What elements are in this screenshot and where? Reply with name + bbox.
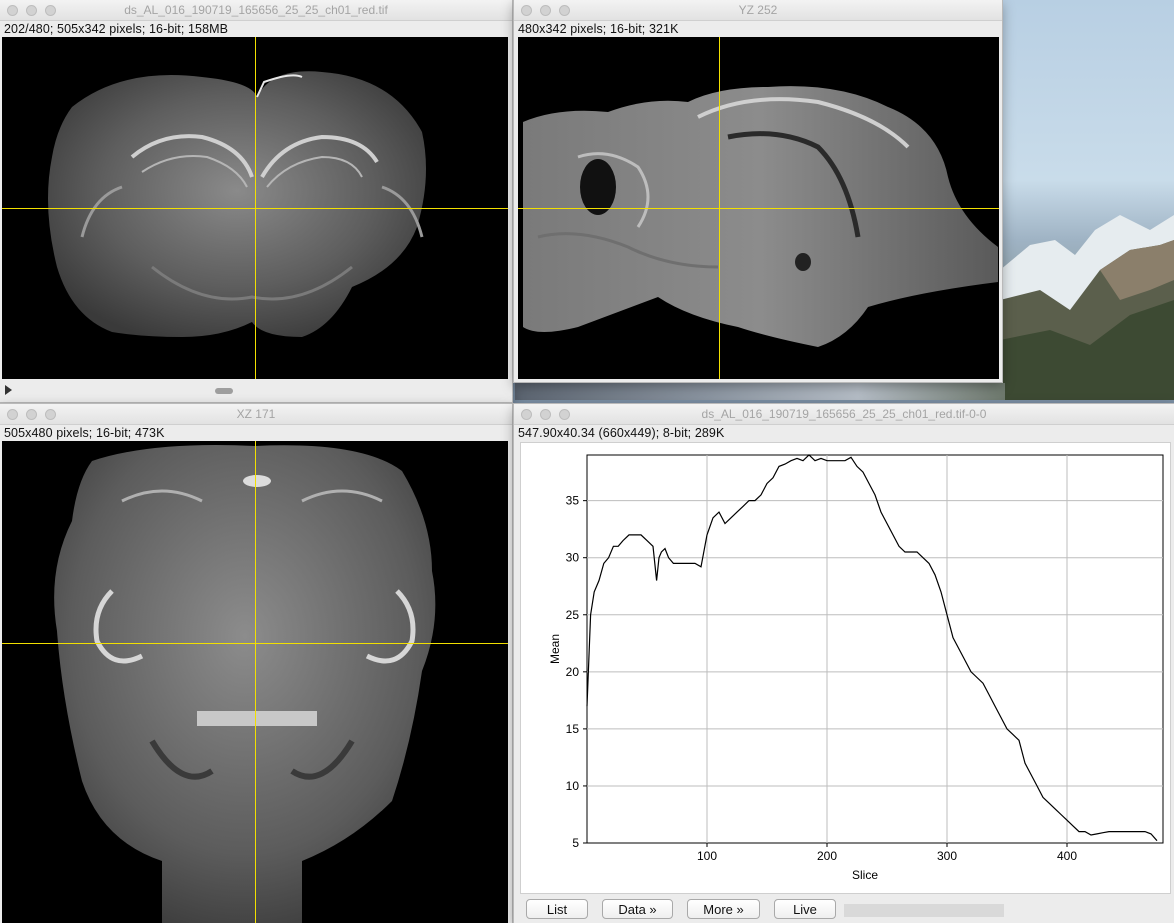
slice-scroll-track[interactable] [18,388,506,394]
slice-scroll-thumb[interactable] [215,388,233,394]
status-progress-bar [844,904,1004,917]
desktop-wallpaper-strip [515,383,1005,400]
crosshair-vertical [255,441,256,923]
mean-vs-slice-chart: 100 200 300 400 5 10 15 20 25 30 35 Slice Mean [548,454,1164,882]
yz-window-title: YZ 252 [738,3,778,17]
plot-area[interactable]: 100 200 300 400 5 10 15 20 25 30 35 Slice Mean [520,442,1171,894]
y-tick-label: 5 [572,836,579,850]
crosshair-horizontal [518,208,999,209]
y-tick-label: 10 [566,779,580,793]
plot-window-title: ds_AL_016_190719_165656_25_25_ch01_red.t… [701,407,987,421]
x-tick-label: 200 [817,849,837,863]
plot-frame [586,454,1164,844]
horizontal-brain-image[interactable] [2,441,508,923]
main-window-title: ds_AL_016_190719_165656_25_25_ch01_red.t… [124,3,388,17]
y-tick-label: 35 [566,494,580,508]
y-tick-label: 15 [566,722,580,736]
yz-image-info: 480x342 pixels; 16-bit; 321K [518,22,679,36]
main-window-titlebar[interactable]: ds_AL_016_190719_165656_25_25_ch01_red.t… [0,0,512,21]
plot-info: 547.90x40.34 (660x449); 8-bit; 289K [518,426,725,440]
xz-window-title: XZ 171 [236,407,276,421]
plot-button-row: List Data » More » Live [514,896,1174,922]
xz-window-titlebar[interactable]: XZ 171 [0,404,512,425]
xz-image-window[interactable]: XZ 171 505x480 pixels; 16-bit; 473K [0,404,512,923]
crosshair-vertical [719,37,720,379]
plot-window-titlebar[interactable]: ds_AL_016_190719_165656_25_25_ch01_red.t… [514,404,1174,425]
desktop-wallpaper [1000,0,1174,400]
main-image-window[interactable]: ds_AL_016_190719_165656_25_25_ch01_red.t… [0,0,512,402]
crosshair-vertical [255,37,256,379]
x-tick-label: 100 [697,849,717,863]
list-button[interactable]: List [526,899,588,919]
y-tick-label: 20 [566,665,580,679]
main-image-info: 202/480; 505x342 pixels; 16-bit; 158MB [4,22,229,36]
live-button[interactable]: Live [774,899,836,919]
yz-window-titlebar[interactable]: YZ 252 [514,0,1002,21]
x-tick-label: 400 [1057,849,1077,863]
coronal-brain-image[interactable] [2,37,508,379]
y-axis-label: Mean [548,634,562,664]
y-tick-label: 30 [566,551,580,565]
plot-window[interactable]: ds_AL_016_190719_165656_25_25_ch01_red.t… [514,404,1174,923]
sagittal-brain-image[interactable] [518,37,999,379]
yz-image-window[interactable]: YZ 252 480x342 pixels; 16-bit; 321K [514,0,1002,382]
data-button[interactable]: Data » [602,899,673,919]
y-tick-label: 25 [566,608,580,622]
more-button[interactable]: More » [687,899,760,919]
slice-scrollbar[interactable] [0,380,512,400]
x-axis-label: Slice [852,868,878,882]
xz-image-info: 505x480 pixels; 16-bit; 473K [4,426,165,440]
play-icon[interactable] [5,385,12,395]
x-tick-label: 300 [937,849,957,863]
